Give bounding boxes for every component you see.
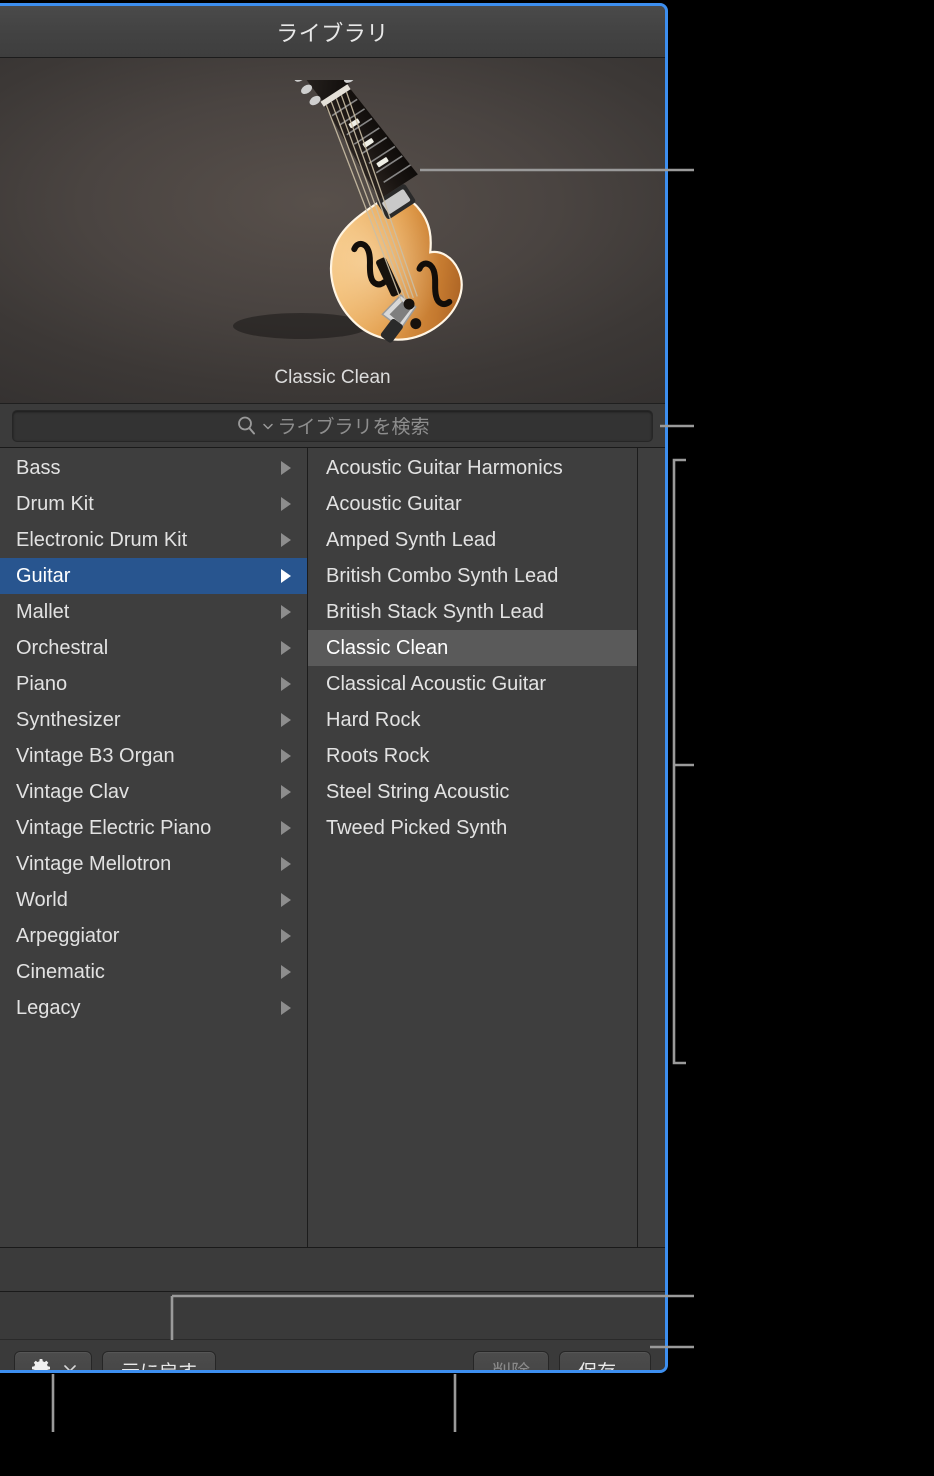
category-row-label: World bbox=[16, 888, 68, 911]
patch-row[interactable]: Hard Rock bbox=[308, 702, 637, 738]
patch-row-label: Steel String Acoustic bbox=[326, 780, 510, 803]
submenu-arrow-icon bbox=[281, 641, 291, 655]
patch-row[interactable]: Classical Acoustic Guitar bbox=[308, 666, 637, 702]
category-row[interactable]: Piano bbox=[0, 666, 307, 702]
category-column[interactable]: Bass Drum Kit Electronic Drum Kit Guitar Mal… bbox=[0, 448, 308, 1247]
submenu-arrow-icon bbox=[281, 533, 291, 547]
patch-row[interactable]: Acoustic Guitar bbox=[308, 486, 637, 522]
action-menu-chevron-down-icon bbox=[62, 1360, 78, 1370]
category-row[interactable]: Legacy bbox=[0, 990, 307, 1026]
window-title: ライブラリ bbox=[276, 20, 389, 46]
patch-row-label: Classical Acoustic Guitar bbox=[326, 672, 547, 695]
submenu-arrow-icon bbox=[281, 461, 291, 475]
patch-row[interactable]: Amped Synth Lead bbox=[308, 522, 637, 558]
category-row[interactable]: Bass bbox=[0, 450, 307, 486]
category-row[interactable]: World bbox=[0, 882, 307, 918]
category-row-label: Guitar bbox=[16, 564, 71, 587]
category-row[interactable]: Synthesizer bbox=[0, 702, 307, 738]
submenu-arrow-icon bbox=[281, 893, 291, 907]
submenu-arrow-icon bbox=[281, 749, 291, 763]
patch-row[interactable]: Roots Rock bbox=[308, 738, 637, 774]
callout-bracket-browser bbox=[672, 458, 686, 1065]
search-menu-chevron-down-icon[interactable] bbox=[262, 420, 274, 432]
patch-list: Acoustic Guitar Harmonics Acoustic Guitar… bbox=[308, 448, 637, 846]
revert-button[interactable]: 元に戻す bbox=[102, 1350, 217, 1370]
submenu-arrow-icon bbox=[281, 569, 291, 583]
patch-row-label: Roots Rock bbox=[326, 744, 430, 767]
category-row-label: Vintage Electric Piano bbox=[16, 816, 212, 839]
category-row-label: Cinematic bbox=[16, 960, 105, 983]
patch-preview-area: Classic Clean bbox=[0, 58, 665, 404]
category-row-label: Drum Kit bbox=[16, 492, 94, 515]
patch-column[interactable]: Acoustic Guitar Harmonics Acoustic Guitar… bbox=[308, 448, 638, 1247]
patch-row[interactable]: Acoustic Guitar Harmonics bbox=[308, 450, 637, 486]
screenshot-root: ライブラリ Classic Clean ライブラリを検索 Bass Drum K… bbox=[0, 0, 934, 1476]
gear-icon bbox=[29, 1356, 53, 1370]
category-row[interactable]: Orchestral bbox=[0, 630, 307, 666]
library-toolbar: 元に戻す 削除 保存... bbox=[0, 1339, 665, 1370]
patch-row[interactable]: Steel String Acoustic bbox=[308, 774, 637, 810]
library-browser: Bass Drum Kit Electronic Drum Kit Guitar Mal… bbox=[0, 448, 665, 1248]
category-row[interactable]: Guitar bbox=[0, 558, 307, 594]
third-column-empty[interactable] bbox=[638, 448, 665, 1247]
category-row-label: Synthesizer bbox=[16, 708, 121, 731]
submenu-arrow-icon bbox=[281, 677, 291, 691]
submenu-arrow-icon bbox=[281, 965, 291, 979]
patch-row-label: Tweed Picked Synth bbox=[326, 816, 508, 839]
window-titlebar: ライブラリ bbox=[0, 6, 665, 58]
delete-button[interactable]: 削除 bbox=[473, 1350, 550, 1370]
category-row-label: Vintage Clav bbox=[16, 780, 130, 803]
patch-row[interactable]: British Combo Synth Lead bbox=[308, 558, 637, 594]
category-row[interactable]: Vintage B3 Organ bbox=[0, 738, 307, 774]
patch-row[interactable]: Classic Clean bbox=[308, 630, 637, 666]
category-row[interactable]: Vintage Electric Piano bbox=[0, 810, 307, 846]
preview-patch-name: Classic Clean bbox=[274, 367, 391, 388]
search-placeholder-text: ライブラリを検索 bbox=[277, 417, 430, 438]
category-row-label: Vintage B3 Organ bbox=[16, 744, 175, 767]
category-row[interactable]: Vintage Mellotron bbox=[0, 846, 307, 882]
category-row-label: Vintage Mellotron bbox=[16, 852, 172, 875]
search-row: ライブラリを検索 bbox=[0, 404, 665, 448]
submenu-arrow-icon bbox=[281, 857, 291, 871]
category-row-label: Legacy bbox=[16, 996, 81, 1019]
toolbar-upper-strip bbox=[0, 1292, 665, 1339]
patch-row[interactable]: Tweed Picked Synth bbox=[308, 810, 637, 846]
category-row[interactable]: Arpeggiator bbox=[0, 918, 307, 954]
category-row-label: Electronic Drum Kit bbox=[16, 528, 188, 551]
category-row[interactable]: Vintage Clav bbox=[0, 774, 307, 810]
submenu-arrow-icon bbox=[281, 605, 291, 619]
patch-row[interactable]: British Stack Synth Lead bbox=[308, 594, 637, 630]
patch-row-label: Acoustic Guitar bbox=[326, 492, 462, 515]
patch-row-label: Hard Rock bbox=[326, 708, 421, 731]
submenu-arrow-icon bbox=[281, 1001, 291, 1015]
submenu-arrow-icon bbox=[281, 821, 291, 835]
category-row-label: Arpeggiator bbox=[16, 924, 120, 947]
patch-row-label: Acoustic Guitar Harmonics bbox=[326, 456, 563, 479]
category-row[interactable]: Cinematic bbox=[0, 954, 307, 990]
browser-footer-strip bbox=[0, 1248, 665, 1292]
category-row-label: Bass bbox=[16, 456, 61, 479]
category-row-label: Orchestral bbox=[16, 636, 109, 659]
patch-row-label: British Stack Synth Lead bbox=[326, 600, 544, 623]
submenu-arrow-icon bbox=[281, 785, 291, 799]
patch-row-label: British Combo Synth Lead bbox=[326, 564, 559, 587]
save-button[interactable]: 保存... bbox=[559, 1350, 651, 1370]
action-menu-button[interactable] bbox=[14, 1350, 92, 1370]
patch-row-label: Amped Synth Lead bbox=[326, 528, 497, 551]
category-row[interactable]: Mallet bbox=[0, 594, 307, 630]
archtop-electric-guitar-icon bbox=[232, 80, 463, 343]
category-row-label: Piano bbox=[16, 672, 68, 695]
category-row-label: Mallet bbox=[16, 600, 70, 623]
category-row[interactable]: Electronic Drum Kit bbox=[0, 522, 307, 558]
category-list: Bass Drum Kit Electronic Drum Kit Guitar Mal… bbox=[0, 448, 307, 1026]
search-input[interactable]: ライブラリを検索 bbox=[12, 409, 653, 442]
library-window: ライブラリ Classic Clean ライブラリを検索 Bass Drum K… bbox=[0, 3, 668, 1373]
patch-row-label: Classic Clean bbox=[326, 636, 449, 659]
category-row[interactable]: Drum Kit bbox=[0, 486, 307, 522]
submenu-arrow-icon bbox=[281, 497, 291, 511]
search-icon[interactable] bbox=[235, 414, 259, 438]
submenu-arrow-icon bbox=[281, 929, 291, 943]
submenu-arrow-icon bbox=[281, 713, 291, 727]
